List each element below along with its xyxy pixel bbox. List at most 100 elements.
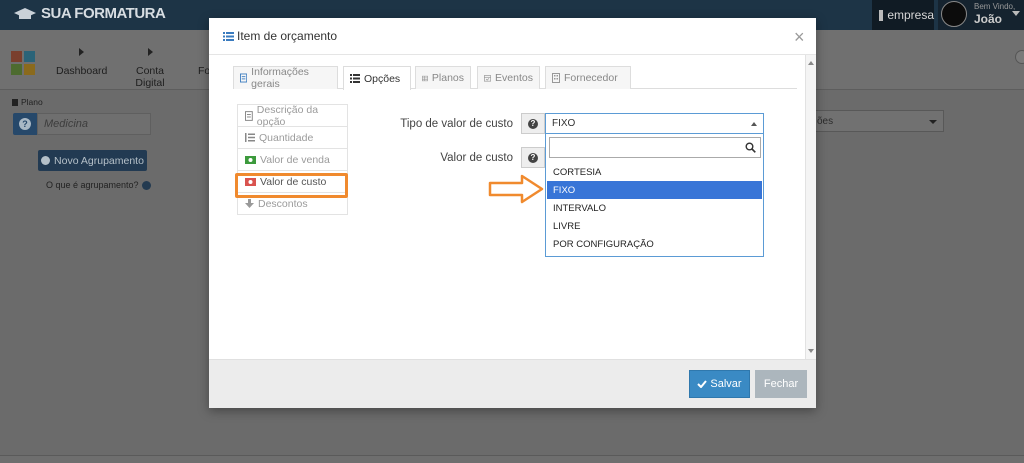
document-icon	[245, 110, 253, 121]
list-icon	[223, 31, 234, 41]
plus-circle-icon	[41, 156, 51, 165]
check-icon	[697, 380, 708, 388]
save-label: Salvar	[710, 378, 742, 390]
save-button[interactable]: Salvar	[689, 370, 750, 398]
modal-title: Item de orçamento	[223, 29, 337, 43]
question-icon: ?	[19, 118, 31, 130]
search-icon	[745, 142, 756, 153]
building-icon	[879, 9, 884, 21]
user-name: João	[974, 12, 1003, 26]
novo-agrupamento-label: Novo Agrupamento	[54, 154, 144, 167]
dropdown-option-intervalo[interactable]: INTERVALO	[547, 199, 762, 217]
arrow-down-icon	[245, 199, 254, 208]
modal-footer: Salvar Fechar	[209, 359, 816, 408]
nav-item-label: Dashboard	[56, 65, 108, 77]
triangle-right-icon	[147, 48, 153, 56]
tipo-valor-custo-row: Tipo de valor de custo ?	[371, 113, 545, 134]
tab-label: Planos	[431, 72, 464, 84]
tipo-valor-custo-dropdown: CORTESIA FIXO INTERVALO LIVRE POR CONFIG…	[545, 134, 764, 257]
dropdown-option-por-configuracao[interactable]: POR CONFIGURAÇÃO	[547, 235, 762, 253]
valor-custo-row: Valor de custo ?	[371, 147, 545, 168]
nav-item-dashboard[interactable]: Dashboard	[56, 48, 108, 77]
tab-fornecedor[interactable]: Fornecedor	[545, 66, 631, 89]
plano-help-addon[interactable]: ?	[13, 113, 37, 135]
close-button[interactable]: Fechar	[755, 370, 807, 398]
select-value: FIXO	[552, 118, 576, 129]
modal-header: Item de orçamento ×	[209, 18, 816, 55]
close-icon[interactable]: ×	[794, 28, 805, 46]
scroll-up-icon[interactable]	[808, 61, 814, 65]
options-list: Descrição da opção Quantidade Valor de v…	[237, 103, 348, 215]
tab-planos[interactable]: Planos	[415, 66, 471, 89]
user-menu[interactable]: Bem Vindo, João	[938, 0, 1024, 30]
calendar-icon	[484, 75, 492, 82]
plano-label: Plano	[12, 97, 43, 107]
close-label: Fechar	[763, 378, 799, 390]
o-que-e-text: O que é agrupamento?	[46, 180, 139, 190]
tab-label: Informações gerais	[251, 66, 309, 90]
dropdown-option-livre[interactable]: LIVRE	[547, 217, 762, 235]
novo-agrupamento-button[interactable]: Novo Agrupamento	[38, 150, 147, 171]
dropdown-search	[549, 137, 761, 158]
question-icon	[141, 180, 151, 190]
tab-eventos[interactable]: Eventos	[477, 66, 540, 89]
triangle-right-icon	[78, 48, 84, 56]
item-orcamento-modal: Item de orçamento × Informações gerais O…	[209, 18, 816, 408]
background-select[interactable]: ões	[810, 110, 944, 132]
option-descricao[interactable]: Descrição da opção	[237, 103, 348, 128]
tipo-help-addon[interactable]: ?	[521, 113, 545, 134]
modal-tabs: Informações gerais Opções Planos Eventos…	[233, 66, 797, 90]
bottom-bar	[0, 455, 1024, 463]
document-icon	[12, 98, 18, 106]
question-icon: ?	[528, 118, 538, 129]
brand-logo[interactable]: SUA FORMATURA	[14, 5, 166, 22]
tab-informacoes-gerais[interactable]: Informações gerais	[233, 66, 338, 90]
o-que-e-agrupamento-link[interactable]: O que é agrupamento?	[46, 180, 151, 190]
tab-label: Opções	[364, 72, 401, 85]
option-label: Descontos	[258, 197, 308, 210]
tab-opcoes[interactable]: Opções	[343, 66, 411, 90]
welcome-text: Bem Vindo,	[974, 2, 1016, 11]
modal-scrollbar[interactable]	[805, 55, 816, 359]
caret-down-icon	[929, 120, 937, 124]
document-icon	[240, 73, 248, 83]
money-green-icon	[245, 155, 256, 164]
building-icon	[552, 73, 560, 83]
background-select-value: ões	[817, 116, 834, 127]
modal-title-text: Item de orçamento	[237, 29, 338, 43]
tipo-valor-custo-select[interactable]: FIXO	[545, 113, 764, 134]
brand-name: SUA FORMATURA	[41, 5, 166, 22]
option-label: Descrição da opção	[256, 103, 319, 128]
tab-label: Eventos	[495, 72, 533, 84]
plano-input[interactable]: Medicina	[37, 113, 151, 135]
app-grid-icon[interactable]	[11, 51, 35, 75]
tipo-valor-custo-label: Tipo de valor de custo	[400, 117, 513, 130]
table-icon	[422, 75, 428, 81]
option-label: Quantidade	[259, 131, 314, 144]
valor-custo-label: Valor de custo	[440, 151, 513, 164]
option-quantidade[interactable]: Quantidade	[237, 126, 348, 149]
graduation-cap-icon	[14, 7, 36, 19]
nav-item-label: Conta Digital	[135, 65, 165, 89]
empresa-button[interactable]: empresa	[872, 0, 934, 30]
annotation-arrow-icon	[488, 174, 544, 204]
caret-down-icon	[1012, 11, 1020, 16]
ordered-list-icon	[245, 133, 255, 142]
help-circle-icon[interactable]	[1015, 50, 1024, 64]
plano-label-text: Plano	[21, 97, 43, 107]
question-icon: ?	[528, 152, 538, 163]
valor-help-addon[interactable]: ?	[521, 147, 545, 168]
nav-item-conta-digital[interactable]: Conta Digital	[122, 48, 178, 89]
option-valor-venda[interactable]: Valor de venda	[237, 148, 348, 171]
dropdown-option-cortesia[interactable]: CORTESIA	[547, 163, 762, 181]
avatar	[941, 1, 967, 27]
tab-label: Fornecedor	[564, 72, 618, 84]
dropdown-option-fixo[interactable]: FIXO	[547, 181, 762, 199]
caret-up-icon	[751, 122, 757, 126]
annotation-highlight-box	[235, 173, 348, 198]
list-icon	[350, 74, 360, 83]
option-label: Valor de venda	[260, 153, 330, 166]
scroll-down-icon[interactable]	[808, 349, 814, 353]
empresa-label: empresa	[887, 8, 934, 22]
dropdown-search-input[interactable]	[550, 138, 740, 157]
